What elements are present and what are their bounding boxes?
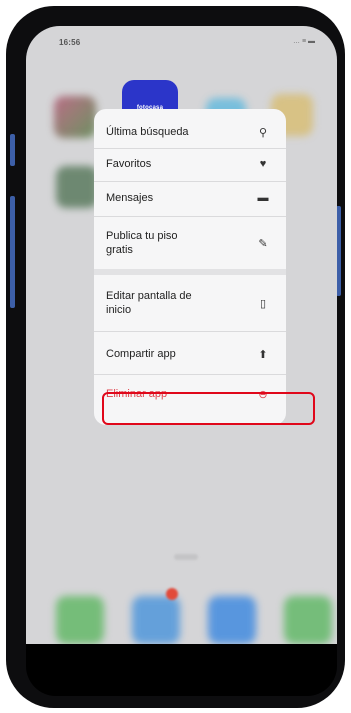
menu-item-messages[interactable]: Mensajes ▬ bbox=[94, 183, 286, 213]
menu-section-divider bbox=[94, 269, 286, 275]
menu-item-favorites[interactable]: Favoritos ♥ bbox=[94, 149, 286, 179]
menu-item-label: Compartir app bbox=[106, 348, 176, 360]
blurred-app-icon bbox=[54, 96, 96, 138]
highlight-box bbox=[102, 392, 315, 425]
page-dots bbox=[174, 554, 198, 560]
blurred-app-icon bbox=[56, 166, 98, 208]
dock-messages-icon bbox=[284, 596, 332, 644]
context-menu: Última búsqueda ⚲ Favoritos ♥ Mensajes ▬… bbox=[94, 109, 286, 425]
menu-item-label: Última búsqueda bbox=[106, 126, 189, 138]
menu-item-label: Publica tu piso gratis bbox=[106, 230, 178, 256]
heart-icon: ♥ bbox=[259, 158, 267, 170]
menu-divider bbox=[94, 331, 286, 332]
edit-icon: ✎ bbox=[258, 237, 268, 250]
menu-item-publish[interactable]: Publica tu piso gratis ✎ bbox=[94, 219, 286, 267]
menu-divider bbox=[94, 181, 286, 182]
notification-badge bbox=[166, 588, 178, 600]
status-time: 16:56 bbox=[59, 38, 81, 47]
mute-switch bbox=[10, 134, 15, 166]
message-icon: ▬ bbox=[257, 192, 269, 204]
volume-buttons bbox=[10, 196, 15, 308]
dock-mail-icon bbox=[132, 596, 180, 644]
share-icon: ⬆ bbox=[258, 348, 268, 361]
status-icons: … ≡ ▬ bbox=[293, 38, 315, 45]
menu-item-share[interactable]: Compartir app ⬆ bbox=[94, 335, 286, 373]
menu-item-label: Favoritos bbox=[106, 158, 152, 170]
phone-icon: ▯ bbox=[259, 297, 267, 310]
search-icon: ⚲ bbox=[258, 126, 268, 139]
screen-bottom bbox=[26, 644, 337, 696]
menu-item-label: Mensajes bbox=[106, 192, 154, 204]
menu-divider bbox=[94, 216, 286, 217]
dock-safari-icon bbox=[208, 596, 256, 644]
dock-phone-icon bbox=[56, 596, 104, 644]
menu-item-edit-home[interactable]: Editar pantalla de inicio ▯ bbox=[94, 279, 286, 327]
menu-item-last-search[interactable]: Última búsqueda ⚲ bbox=[94, 117, 286, 147]
menu-item-label: Editar pantalla de inicio bbox=[106, 290, 192, 316]
